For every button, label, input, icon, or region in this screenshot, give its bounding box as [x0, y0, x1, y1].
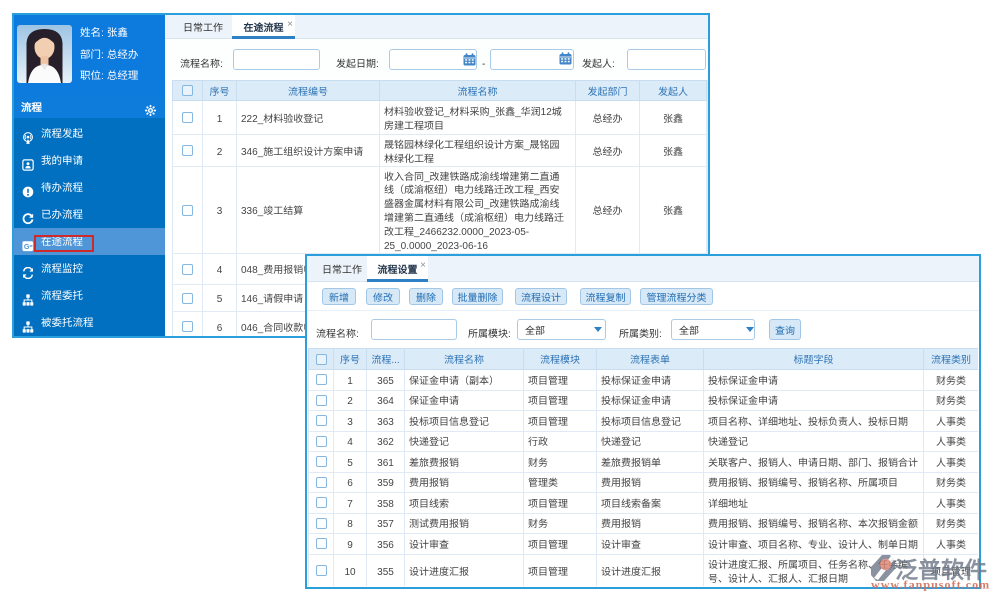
- svg-text:G: G: [24, 242, 30, 251]
- svg-text:www.fanpusoft.com: www.fanpusoft.com: [871, 578, 990, 592]
